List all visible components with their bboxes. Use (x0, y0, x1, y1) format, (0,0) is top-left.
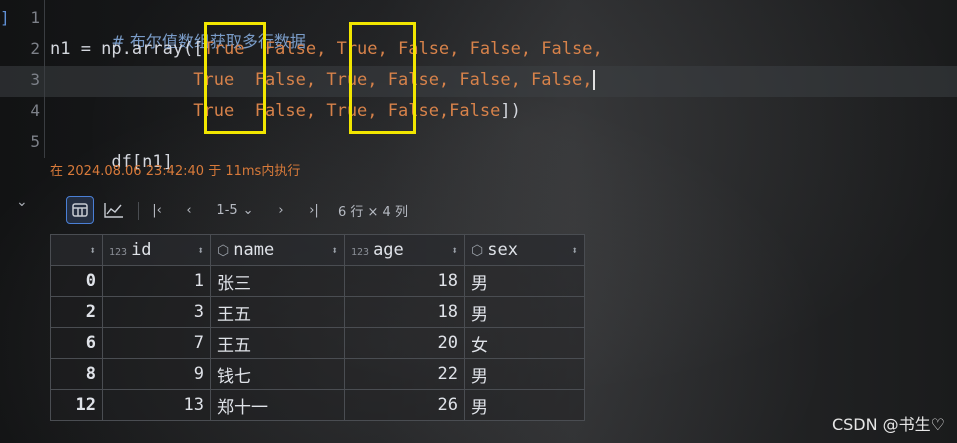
highlight-box-first-column (204, 22, 266, 134)
line-number-gutter: 1 2 3 4 5 (10, 0, 44, 160)
cell-id[interactable]: 9 (102, 358, 211, 390)
code-token: n1 = np.array([ (50, 39, 204, 59)
cell-id[interactable]: 3 (102, 296, 211, 328)
chevron-down-icon[interactable]: ⌄ (16, 194, 28, 210)
numeric-type-icon: 123 (109, 247, 128, 258)
object-type-icon: ⬡ (471, 243, 484, 259)
cell-name[interactable]: 张三 (210, 265, 345, 297)
text-cursor (593, 70, 596, 90)
first-page-button[interactable]: |‹ (146, 196, 168, 224)
cell-sex[interactable]: 男 (464, 265, 585, 297)
row-index: 2 (50, 296, 103, 328)
cell-sex[interactable]: 男 (464, 296, 585, 328)
cell-name[interactable]: 郑十一 (210, 389, 345, 421)
sort-icon[interactable]: ⬍ (331, 244, 338, 257)
table-header-row: ⬍ 123 id ⬍ ⬡ name ⬍ 123 age ⬍ ⬡ sex ⬍ (50, 234, 585, 266)
line-number: 3 (30, 70, 40, 89)
column-header-age[interactable]: 123 age ⬍ (344, 234, 465, 266)
prev-page-button[interactable]: ‹ (178, 196, 200, 224)
table-view-button[interactable] (66, 196, 94, 224)
cell-age[interactable]: 18 (344, 296, 465, 328)
last-page-button[interactable]: ›| (302, 196, 326, 224)
column-header-name[interactable]: ⬡ name ⬍ (210, 234, 345, 266)
code-line-2[interactable]: n1 = np.array([True False, True, False, … (50, 39, 603, 59)
page-range-select[interactable]: 1-5 ⌄ (210, 196, 260, 224)
highlight-box-third-column (349, 22, 416, 134)
row-index: 12 (50, 389, 103, 421)
table-row[interactable]: 6 7 王五 20 女 (50, 327, 585, 359)
column-header-sex[interactable]: ⬡ sex ⬍ (464, 234, 585, 266)
toolbar-divider (138, 202, 139, 220)
gutter-divider (44, 0, 45, 158)
chevron-down-icon: ⌄ (242, 202, 254, 218)
cell-age[interactable]: 26 (344, 389, 465, 421)
page-range-value: 1-5 (216, 202, 238, 218)
sort-icon[interactable]: ⬍ (571, 244, 578, 257)
cell-id[interactable]: 1 (102, 265, 211, 297)
line-chart-icon (104, 203, 123, 218)
execution-info: 在 2024.08.06 23:42:40 于 11ms内执行 (50, 164, 301, 179)
index-header[interactable]: ⬍ (50, 234, 103, 266)
cell-age[interactable]: 18 (344, 265, 465, 297)
row-index: 0 (50, 265, 103, 297)
code-token: ]) (500, 101, 521, 121)
table-row[interactable]: 0 1 张三 18 男 (50, 265, 585, 297)
code-line-3[interactable]: True False, True, False, False, False, (50, 70, 596, 90)
cell-id[interactable]: 13 (102, 389, 211, 421)
table-icon (72, 203, 88, 217)
table-shape-label: 6 行 × 4 列 (338, 204, 408, 220)
notebook-window: ] 1 2 3 4 5 # 布尔值数组获取多行数据 n1 = np.array(… (0, 0, 957, 443)
column-name: id (131, 240, 152, 260)
cell-sex[interactable]: 男 (464, 389, 585, 421)
table-row[interactable]: 8 9 钱七 22 男 (50, 358, 585, 390)
table-row[interactable]: 12 13 郑十一 26 男 (50, 389, 585, 421)
line-number: 1 (30, 8, 40, 27)
object-type-icon: ⬡ (217, 243, 230, 259)
line-number: 2 (30, 39, 40, 58)
column-header-id[interactable]: 123 id ⬍ (102, 234, 211, 266)
next-page-button[interactable]: › (270, 196, 292, 224)
output-toolbar: |‹ ‹ 1-5 ⌄ › ›| 6 行 × 4 列 (58, 196, 558, 228)
cell-bracket: ] (0, 8, 10, 27)
column-name: sex (487, 240, 518, 260)
code-cell-editor[interactable]: ] 1 2 3 4 5 # 布尔值数组获取多行数据 n1 = np.array(… (0, 0, 957, 185)
line-number: 4 (30, 101, 40, 120)
chart-view-button[interactable] (100, 196, 128, 224)
watermark: CSDN @书生♡ (831, 415, 945, 434)
table-row[interactable]: 2 3 王五 18 男 (50, 296, 585, 328)
cell-age[interactable]: 22 (344, 358, 465, 390)
row-index: 6 (50, 327, 103, 359)
dataframe-output: ⬍ 123 id ⬍ ⬡ name ⬍ 123 age ⬍ ⬡ sex ⬍ 0 … (50, 234, 588, 421)
row-index: 8 (50, 358, 103, 390)
cell-name[interactable]: 王五 (210, 296, 345, 328)
cell-sex[interactable]: 男 (464, 358, 585, 390)
code-line-4[interactable]: True False, True, False,False]) (50, 101, 521, 121)
sort-icon[interactable]: ⬍ (89, 244, 96, 257)
cell-name[interactable]: 钱七 (210, 358, 345, 390)
numeric-type-icon: 123 (351, 247, 370, 258)
cell-sex[interactable]: 女 (464, 327, 585, 359)
line-number: 5 (30, 132, 40, 151)
sort-icon[interactable]: ⬍ (451, 244, 458, 257)
cell-name[interactable]: 王五 (210, 327, 345, 359)
column-name: name (233, 240, 275, 260)
column-name: age (373, 240, 404, 260)
sort-icon[interactable]: ⬍ (197, 244, 204, 257)
cell-age[interactable]: 20 (344, 327, 465, 359)
dataframe-table: ⬍ 123 id ⬍ ⬡ name ⬍ 123 age ⬍ ⬡ sex ⬍ 0 … (50, 234, 585, 421)
cell-id[interactable]: 7 (102, 327, 211, 359)
